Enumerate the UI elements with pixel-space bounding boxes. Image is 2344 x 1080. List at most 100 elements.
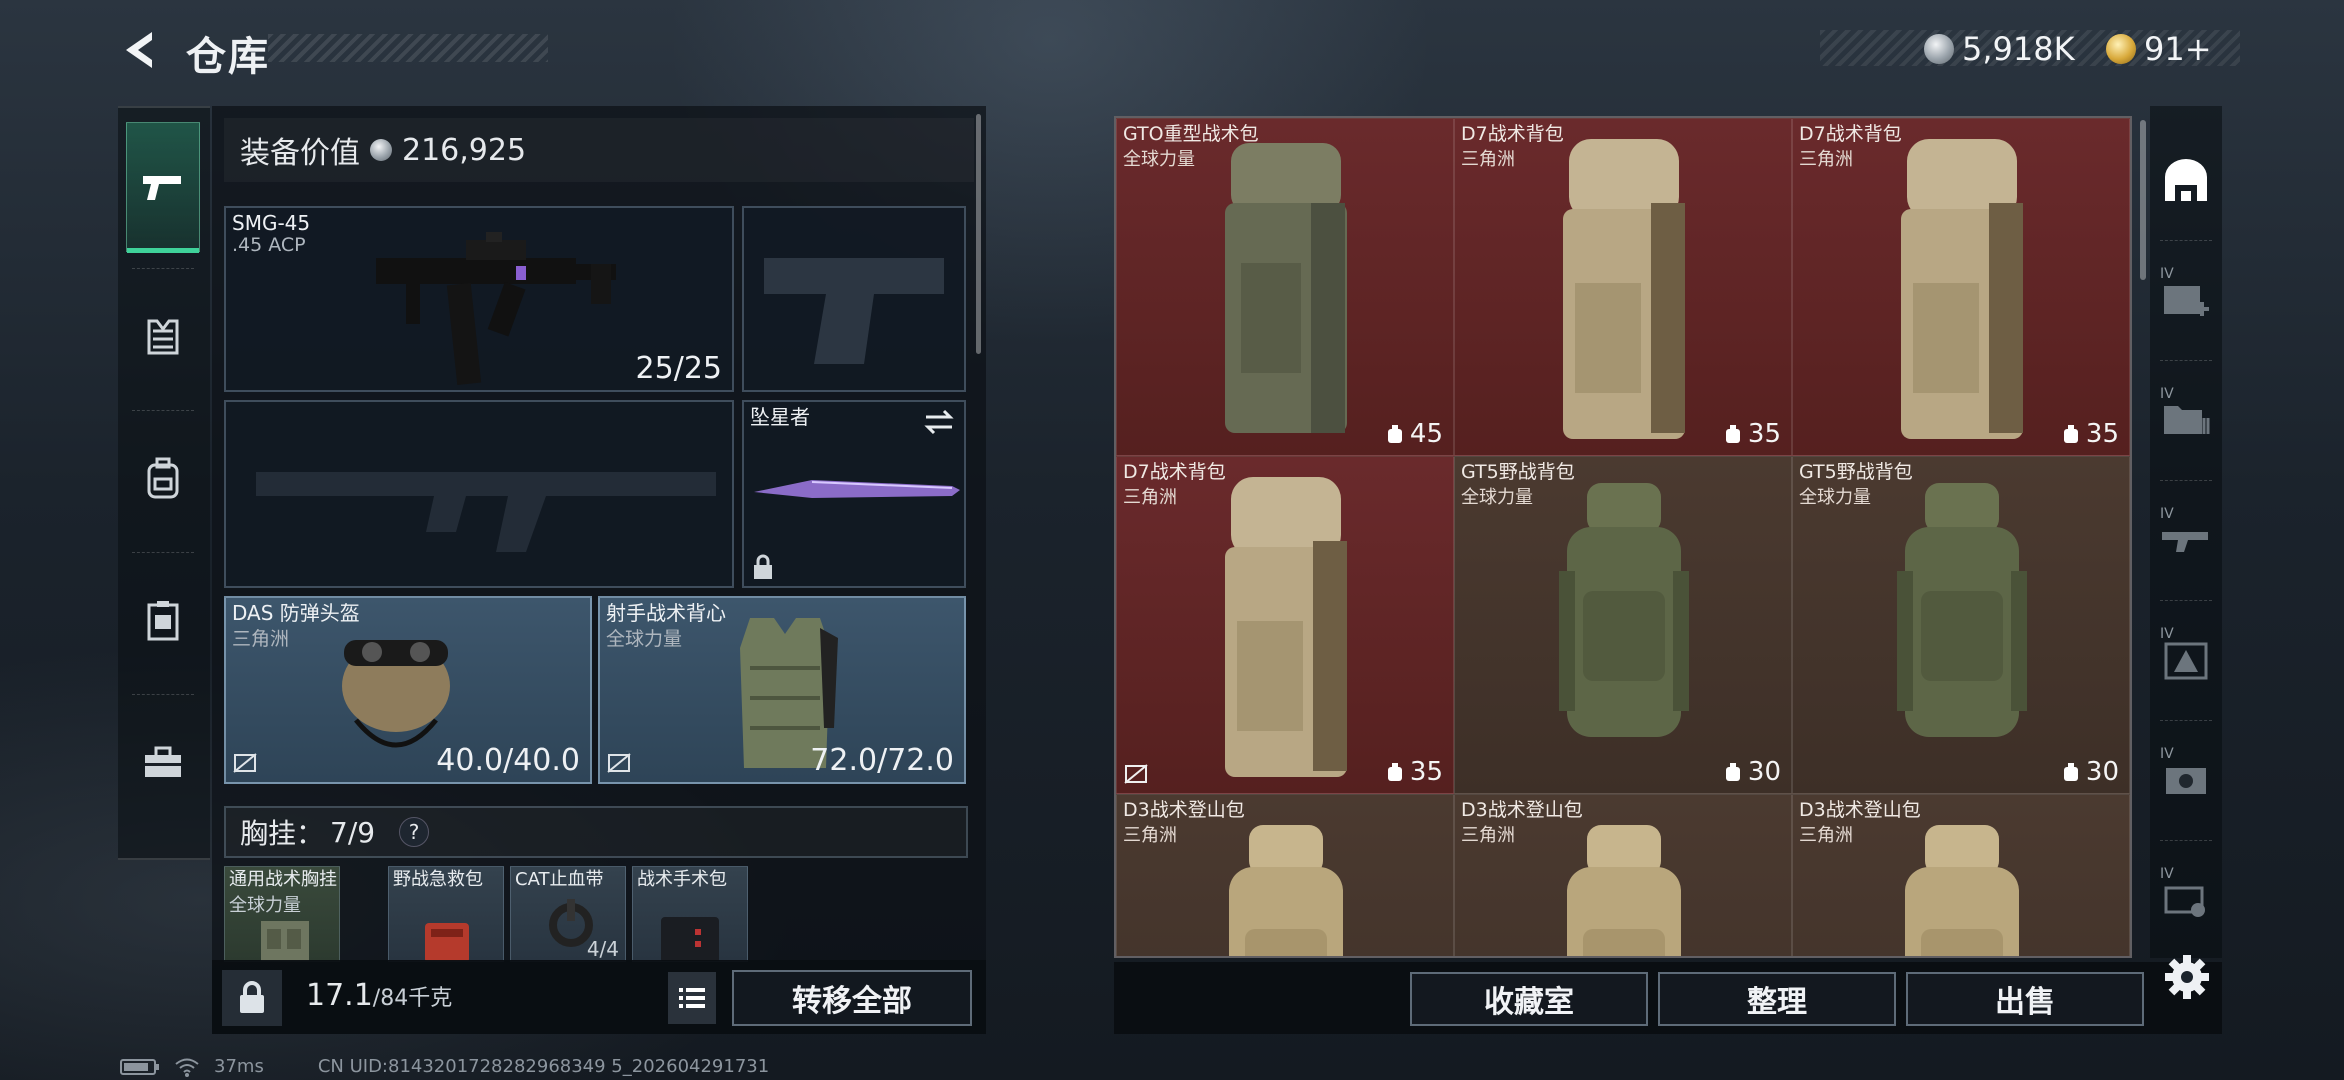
inventory-item[interactable]: D7战术背包 三角洲 35 bbox=[1116, 456, 1454, 794]
surgery-kit-item[interactable]: 战术手术包 bbox=[632, 866, 748, 962]
sort-button[interactable]: 整理 bbox=[1658, 972, 1896, 1026]
storage-iv-folder-tab[interactable]: IV bbox=[2152, 372, 2220, 452]
backpack-image bbox=[1225, 477, 1347, 777]
inventory-item[interactable]: D7战术背包 三角洲 35 bbox=[1454, 118, 1792, 456]
first-aid-item[interactable]: 野战急救包 bbox=[388, 866, 504, 962]
vest-icon bbox=[147, 319, 179, 355]
capacity-badge: 35 bbox=[1724, 419, 1781, 449]
silver-currency[interactable]: 5,918K bbox=[1924, 30, 2075, 68]
backpack-icon bbox=[147, 457, 179, 499]
rail-toolbox-tab[interactable] bbox=[126, 698, 200, 828]
armor-origin: 全球力量 bbox=[606, 628, 683, 650]
svg-text:IV: IV bbox=[2160, 506, 2174, 522]
storage-iv-weapon-tab[interactable]: IV bbox=[2152, 492, 2220, 572]
carry-weight-current: 17.1 bbox=[306, 978, 373, 1013]
storage-house-icon bbox=[2165, 159, 2207, 201]
chest-rig-label: 胸挂： bbox=[240, 817, 325, 850]
svg-text:IV: IV bbox=[2160, 746, 2174, 762]
swap-icon[interactable] bbox=[922, 408, 956, 436]
medical-bag-icon: IV bbox=[2160, 266, 2209, 316]
gold-coin-icon bbox=[2106, 34, 2136, 64]
equipment-value: 装备价值 216,925 bbox=[224, 118, 974, 182]
backpack-image bbox=[1567, 825, 1681, 956]
inventory-item[interactable]: GT5野战背包 全球力量 30 bbox=[1454, 456, 1792, 794]
list-view-button[interactable] bbox=[668, 972, 716, 1024]
backpack-small-icon bbox=[1387, 425, 1402, 443]
inventory-item-name: D7战术背包 bbox=[1461, 123, 1564, 145]
inventory-item[interactable]: D3战术登山包 三角洲 bbox=[1454, 794, 1792, 956]
smg-image bbox=[376, 232, 616, 385]
helmet-slot[interactable]: DAS 防弹头盔 三角洲 40.0/40.0 bbox=[224, 596, 592, 784]
chest-rig-image bbox=[261, 921, 309, 961]
secondary-weapon-slot[interactable] bbox=[224, 400, 734, 588]
capacity-badge: 45 bbox=[1386, 419, 1443, 449]
inventory-item-origin: 全球力量 bbox=[1123, 149, 1195, 170]
svg-text:IV: IV bbox=[2160, 266, 2174, 282]
safe-box-icon bbox=[147, 601, 179, 641]
melee-slot[interactable]: 坠星者 bbox=[742, 400, 966, 588]
chest-rig-item[interactable]: 通用战术胸挂 全球力量 bbox=[224, 866, 340, 962]
inventory-item-origin: 全球力量 bbox=[1461, 487, 1533, 508]
helmet-origin: 三角洲 bbox=[232, 628, 290, 650]
status-bar: 37ms CN UID:8143201728282968349 5_202604… bbox=[120, 1056, 769, 1077]
settings-gear-icon[interactable] bbox=[2164, 954, 2210, 1000]
collection-room-button[interactable]: 收藏室 bbox=[1410, 972, 1648, 1026]
tourniquet-item[interactable]: CAT止血带 4/4 bbox=[510, 866, 626, 962]
inventory-item[interactable]: GT5野战背包 全球力量 30 bbox=[1792, 456, 2130, 794]
sell-button[interactable]: 出售 bbox=[1906, 972, 2144, 1026]
briefcase-icon bbox=[145, 746, 181, 777]
title-decoration bbox=[268, 34, 548, 62]
storage-iv-gear-tab[interactable]: IV bbox=[2152, 852, 2220, 932]
knife-image bbox=[754, 480, 960, 498]
rail-backpack-tab[interactable] bbox=[126, 414, 200, 544]
inventory-item-name: D3战术登山包 bbox=[1799, 799, 1921, 821]
backpack-image bbox=[1229, 825, 1343, 956]
inventory-item-name: GT5野战背包 bbox=[1461, 461, 1575, 483]
silver-coin-icon bbox=[370, 139, 392, 161]
pistol-silhouette bbox=[764, 258, 944, 364]
svg-text:IV: IV bbox=[2160, 626, 2174, 642]
inventory-item[interactable]: D7战术背包 三角洲 35 bbox=[1792, 118, 2130, 456]
inventory-grid: GTO重型战术包 全球力量 45 D7战术背包 三角洲 35 D7战术背包 三角洲 35 D7战术… bbox=[1114, 116, 2132, 958]
storage-iv-medical-tab[interactable]: IV bbox=[2152, 252, 2220, 332]
storage-iv-key-tab[interactable]: IV bbox=[2152, 612, 2220, 692]
backpack-small-icon bbox=[1725, 425, 1740, 443]
rail-weapons-tab[interactable] bbox=[126, 122, 200, 253]
inventory-item-name: D7战术背包 bbox=[1799, 123, 1902, 145]
gold-currency[interactable]: 91+ bbox=[2106, 30, 2212, 68]
inventory-item[interactable]: GTO重型战术包 全球力量 45 bbox=[1116, 118, 1454, 456]
capacity-badge: 35 bbox=[2062, 419, 2119, 449]
no-repair-icon bbox=[233, 753, 257, 773]
transfer-all-button[interactable]: 转移全部 bbox=[732, 970, 972, 1026]
backpack-image bbox=[1901, 139, 2023, 439]
help-icon[interactable]: ? bbox=[399, 817, 430, 847]
armor-slot[interactable]: 射手战术背心 全球力量 72.0/72.0 bbox=[598, 596, 966, 784]
inventory-item-origin: 全球力量 bbox=[1799, 487, 1871, 508]
backpack-image bbox=[1225, 143, 1347, 433]
sidearm-slot[interactable] bbox=[742, 206, 966, 392]
inventory-item[interactable]: D3战术登山包 三角洲 bbox=[1116, 794, 1454, 956]
loadout-scrollbar[interactable] bbox=[976, 114, 981, 354]
lock-loadout-button[interactable] bbox=[222, 970, 282, 1026]
backpack-small-icon bbox=[1387, 763, 1402, 781]
inventory-scrollbar[interactable] bbox=[2140, 120, 2146, 280]
inventory-item[interactable]: D3战术登山包 三角洲 bbox=[1792, 794, 2130, 956]
rail-chest-rig-tab[interactable] bbox=[126, 272, 200, 402]
primary-ammo-count: 25/25 bbox=[635, 351, 722, 386]
carry-weight: 17.1/84千克 bbox=[306, 978, 452, 1013]
rail-container-tab[interactable] bbox=[126, 556, 200, 686]
storage-iv-camera-tab[interactable]: IV bbox=[2152, 732, 2220, 812]
inventory-item-origin: 三角洲 bbox=[1123, 487, 1177, 508]
inventory-item-origin: 三角洲 bbox=[1799, 149, 1853, 170]
lock-icon bbox=[754, 554, 772, 579]
pistol-icon bbox=[143, 176, 181, 200]
capacity-badge: 35 bbox=[1386, 757, 1443, 787]
primary-weapon-name: SMG-45 bbox=[232, 211, 311, 235]
folder-icon: IV bbox=[2160, 386, 2210, 434]
storage-main-tab[interactable] bbox=[2152, 140, 2220, 220]
inventory-item-name: D3战术登山包 bbox=[1461, 799, 1583, 821]
primary-weapon-slot[interactable]: SMG-45 .45 ACP 25/25 bbox=[224, 206, 734, 392]
network-ping: 37ms bbox=[214, 1056, 264, 1077]
back-arrow-icon[interactable] bbox=[118, 28, 162, 72]
backpack-small-icon bbox=[1725, 763, 1740, 781]
